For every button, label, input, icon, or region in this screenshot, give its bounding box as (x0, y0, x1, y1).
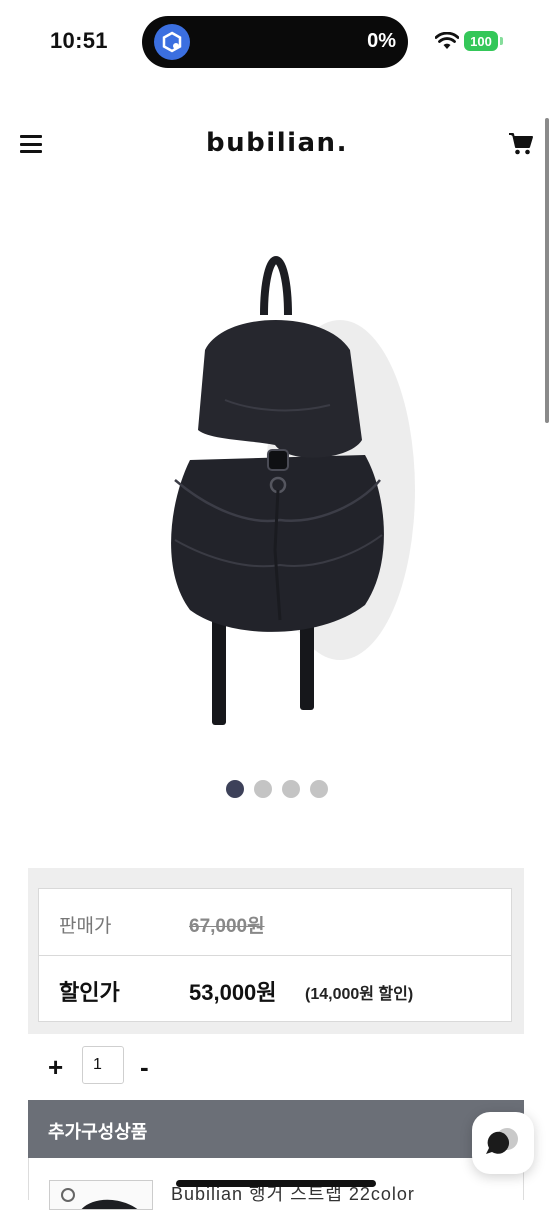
addon-products-title: 추가구성상품 (48, 1122, 148, 1142)
price-table: 판매가 67,000원 할인가 53,000원 (14,000원 할인) (38, 888, 512, 1022)
status-bar: 10:51 0% 100 (0, 0, 554, 84)
site-logo[interactable]: bubilian. (0, 128, 554, 158)
wifi-icon (434, 31, 460, 55)
addon-product-thumbnail[interactable] (49, 1180, 153, 1210)
product-image-backpack[interactable] (130, 240, 430, 740)
carousel-dot[interactable] (282, 780, 300, 798)
cart-icon[interactable] (508, 132, 534, 161)
carousel-dot[interactable] (226, 780, 244, 798)
chat-bubble-icon (486, 1128, 518, 1154)
quantity-input[interactable] (82, 1046, 124, 1084)
sale-price-row: 할인가 53,000원 (14,000원 할인) (39, 955, 511, 1021)
page-scrollbar[interactable] (545, 118, 549, 423)
battery-indicator: 100 (464, 31, 498, 51)
sale-price-label: 할인가 (59, 980, 120, 1005)
image-carousel-dots (0, 780, 554, 800)
status-time: 10:51 (50, 28, 108, 53)
addon-product-item[interactable]: Bubilian 행거 스트랩 22color (28, 1158, 524, 1210)
carousel-dot[interactable] (310, 780, 328, 798)
site-header: bubilian. (0, 110, 554, 180)
battery-tip (500, 37, 503, 45)
quantity-decrease-button[interactable]: - (140, 1052, 149, 1083)
sale-price-value: 53,000원 (189, 980, 277, 1005)
quantity-increase-button[interactable]: + (48, 1052, 63, 1083)
regular-price-label: 판매가 (59, 916, 112, 937)
discount-amount: (14,000원 할인) (305, 986, 414, 1003)
carousel-dot[interactable] (254, 780, 272, 798)
chat-floating-button[interactable] (472, 1112, 534, 1174)
regular-price-row: 판매가 67,000원 (39, 889, 511, 956)
vpn-app-icon (154, 24, 190, 60)
regular-price-value: 67,000원 (189, 916, 265, 937)
island-percent: 0% (367, 30, 396, 52)
home-indicator[interactable] (176, 1180, 376, 1187)
addon-products-header[interactable]: 추가구성상품 (28, 1100, 524, 1158)
price-panel: 판매가 67,000원 할인가 53,000원 (14,000원 할인) (28, 868, 524, 1034)
dynamic-island[interactable]: 0% (142, 16, 408, 68)
